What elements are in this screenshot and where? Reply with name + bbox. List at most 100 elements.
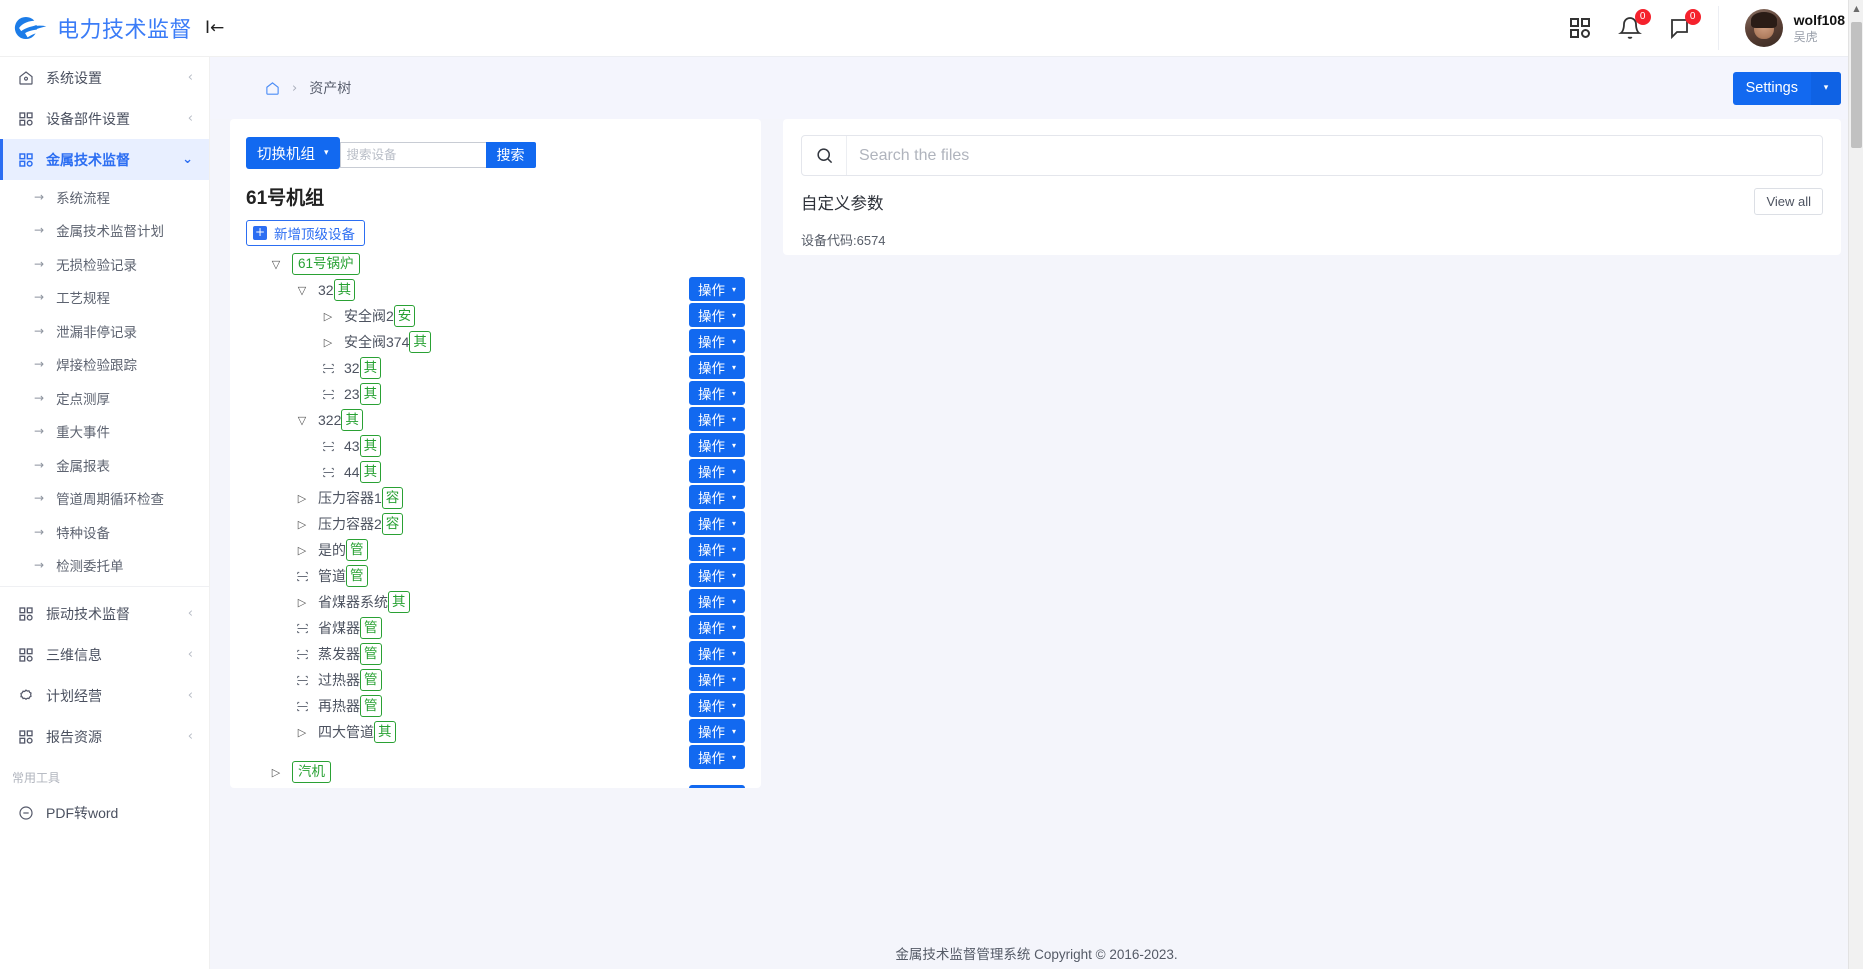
main-content: 切换机组 ▾ 搜索 61号机组 + 新增顶级设备 ▽61号锅炉操作▾▽32其操作…: [210, 119, 1863, 937]
tree-node-type-tag: 其: [388, 591, 410, 613]
sidebar-subitem-process-spec[interactable]: → 工艺规程: [0, 281, 209, 315]
sidebar-subitem-label: 工艺规程: [56, 291, 111, 307]
sidebar-item-report-resources[interactable]: 报告资源 ‹: [0, 716, 209, 757]
tree-expand-right-icon[interactable]: ▷: [294, 726, 310, 739]
tree-row[interactable]: ▷ 四大管道其操作 ▾: [246, 719, 745, 769]
chevron-down-icon[interactable]: ▾: [1811, 71, 1841, 105]
tree-node-label[interactable]: 44: [344, 464, 360, 480]
sidebar-item-label: PDF转word: [46, 804, 119, 821]
tree-node-label[interactable]: 蒸发器: [318, 644, 360, 664]
message-icon[interactable]: 0: [1668, 9, 1701, 40]
tree-expand-right-icon[interactable]: ▷: [294, 544, 310, 557]
sidebar-item-3d-info[interactable]: 三维信息 ‹: [0, 634, 209, 675]
scroll-up-icon[interactable]: ▲: [1849, 0, 1863, 17]
tree-node-label[interactable]: 四大管道: [318, 722, 374, 742]
sidebar-subitem-label: 特种设备: [56, 525, 111, 541]
sidebar-item-label: 设备部件设置: [46, 110, 130, 127]
tree-row[interactable]: ▷ 是的管操作 ▾: [246, 537, 745, 587]
tree-expand-down-icon[interactable]: ▽: [294, 284, 310, 297]
tree-node-label[interactable]: 61号锅炉: [292, 253, 360, 275]
tree-row[interactable]: ▽ 61号锅炉 操作 ▾: [246, 251, 745, 301]
tree-node-type-tag: 其: [341, 409, 363, 431]
file-search-input[interactable]: [847, 136, 1822, 175]
tree-node-label[interactable]: 压力容器1: [318, 488, 382, 508]
tree-row[interactable]: ▽ 32 其操作 ▾: [246, 277, 745, 327]
sidebar-item-system-settings[interactable]: 系统设置 ‹: [0, 57, 209, 98]
company-logo-icon: [14, 16, 48, 40]
tree-row[interactable]: ▷ 压力容器2 容操作 ▾: [246, 511, 745, 561]
sidebar-subitem-weld-tracking[interactable]: → 焊接检验跟踪: [0, 348, 209, 382]
sidebar-item-pdf-to-word[interactable]: PDF转word: [0, 792, 209, 833]
tree-node-label[interactable]: 安全阀2: [344, 306, 394, 326]
tree-expand-right-icon[interactable]: ▷: [320, 336, 336, 349]
sidebar-item-equipment-settings[interactable]: 设备部件设置 ‹: [0, 98, 209, 139]
tree-row[interactable]: 43 其操作 ▾: [246, 433, 745, 483]
tree-row[interactable]: ▷ 汽机操作▾: [246, 759, 745, 788]
tree-expand-right-icon[interactable]: ▷: [294, 518, 310, 531]
tree-row[interactable]: ▷ 压力容器1 容操作 ▾: [246, 485, 745, 535]
sidebar-item-vibration-supervision[interactable]: 振动技术监督 ‹: [0, 593, 209, 634]
tree-row[interactable]: 管道管操作 ▾: [246, 563, 745, 613]
scrollbar-thumb[interactable]: [1851, 22, 1862, 148]
tree-node-label[interactable]: 是的: [318, 540, 346, 560]
sidebar-collapse-icon[interactable]: I←: [205, 18, 224, 38]
device-search-input[interactable]: [339, 142, 486, 168]
add-top-device-button[interactable]: + 新增顶级设备: [246, 220, 365, 246]
tree-node-label[interactable]: 32: [318, 282, 334, 298]
sidebar-subitem-leak-records[interactable]: → 泄漏非停记录: [0, 314, 209, 348]
tree-expand-right-icon[interactable]: ▷: [268, 766, 284, 779]
sidebar-subitem-inspection-order[interactable]: → 检测委托单: [0, 549, 209, 583]
sidebar-subitem-thickness-measure[interactable]: → 定点测厚: [0, 381, 209, 415]
tree-row[interactable]: 44 其操作 ▾: [246, 459, 745, 509]
tree-node-type-tag: 管: [346, 565, 368, 587]
tree-expand-right-icon[interactable]: ▷: [294, 492, 310, 505]
tree-node-label[interactable]: 过热器: [318, 670, 360, 690]
tree-row[interactable]: 蒸发器管操作 ▾: [246, 641, 745, 691]
sidebar-subitem-pipe-cycle-check[interactable]: → 管道周期循环检查: [0, 482, 209, 516]
tree-row[interactable]: ▽ 322 其操作 ▾: [246, 407, 745, 457]
apps-grid-icon[interactable]: [1568, 16, 1592, 40]
notification-bell-icon[interactable]: 0: [1617, 9, 1651, 40]
tree-node-label[interactable]: 43: [344, 438, 360, 454]
tree-node-label[interactable]: 省煤器系统: [318, 592, 388, 612]
home-icon[interactable]: [265, 81, 280, 96]
tree-row[interactable]: ▷ 安全阀374 其操作 ▾: [246, 329, 745, 379]
device-search-button[interactable]: 搜索: [485, 142, 536, 168]
user-menu[interactable]: wolf108 吴虎: [1717, 6, 1845, 50]
tree-node-label[interactable]: 压力容器2: [318, 514, 382, 534]
tree-row-action-button[interactable]: 操作▾: [688, 785, 745, 788]
tree-row[interactable]: ▷ 省煤器系统其操作 ▾: [246, 589, 745, 639]
tree-row[interactable]: 23 其操作 ▾: [246, 381, 745, 431]
sidebar-subitem-ndt-records[interactable]: → 无损检验记录: [0, 247, 209, 281]
sidebar-subitem-special-equipment[interactable]: → 特种设备: [0, 515, 209, 549]
tree-node-label[interactable]: 再热器: [318, 696, 360, 716]
tree-expand-down-icon[interactable]: ▽: [268, 258, 284, 271]
tree-node-label[interactable]: 322: [318, 412, 341, 428]
view-all-button[interactable]: View all: [1754, 188, 1823, 215]
sidebar-subitem-supervision-plan[interactable]: → 金属技术监督计划: [0, 214, 209, 248]
sidebar-subitem-system-flow[interactable]: → 系统流程: [0, 180, 209, 214]
tree-node-label[interactable]: 32: [344, 360, 360, 376]
tree-row[interactable]: 32 其操作 ▾: [246, 355, 745, 405]
tree-row[interactable]: 过热器管操作 ▾: [246, 667, 745, 717]
switch-unit-button[interactable]: 切换机组 ▾: [246, 137, 340, 169]
sidebar-item-metal-supervision[interactable]: 金属技术监督 ⌄: [0, 139, 209, 180]
tree-node-label[interactable]: 23: [344, 386, 360, 402]
tree-node-label[interactable]: 省煤器: [318, 618, 360, 638]
tree-expand-down-icon[interactable]: ▽: [294, 414, 310, 427]
sidebar-item-planning-operations[interactable]: 计划经营 ‹: [0, 675, 209, 716]
tree-expand-right-icon[interactable]: ▷: [294, 596, 310, 609]
pdf-icon: [19, 805, 33, 820]
tree-node-label[interactable]: 安全阀374: [344, 332, 409, 352]
tree-row[interactable]: 再热器管操作 ▾: [246, 693, 745, 743]
tree-node-label[interactable]: 管道: [318, 566, 346, 586]
tree-row[interactable]: 省煤器管操作 ▾: [246, 615, 745, 665]
tree-node-label[interactable]: 汽机: [292, 761, 331, 783]
tree-row[interactable]: ▷ 安全阀2 安操作 ▾: [246, 303, 745, 353]
tree-expand-right-icon[interactable]: ▷: [320, 310, 336, 323]
page-scrollbar[interactable]: ▲: [1848, 0, 1863, 969]
sidebar-subitem-metal-reports[interactable]: → 金属报表: [0, 448, 209, 482]
sidebar-subitem-major-events[interactable]: → 重大事件: [0, 415, 209, 449]
settings-button[interactable]: Settings ▾: [1732, 71, 1841, 105]
chevron-down-icon: ▾: [324, 148, 329, 158]
